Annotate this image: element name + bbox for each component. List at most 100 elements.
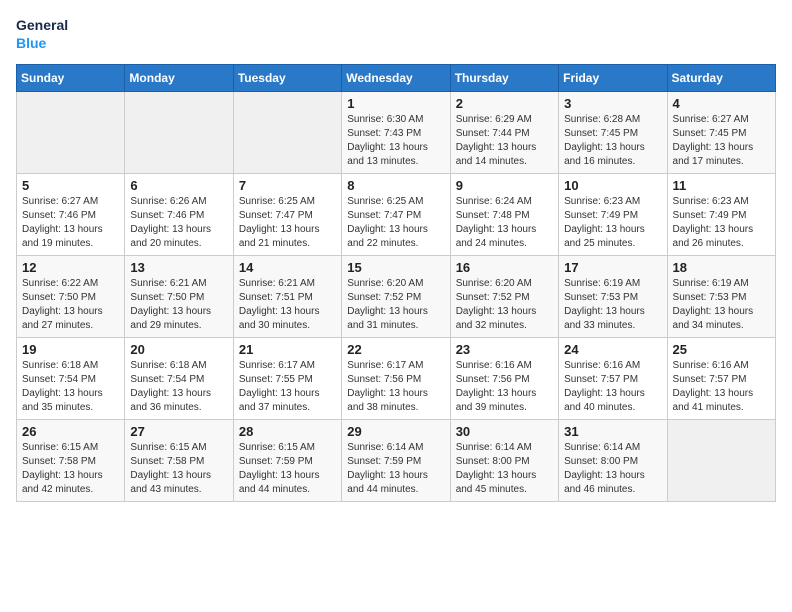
day-info: Sunrise: 6:27 AM Sunset: 7:46 PM Dayligh… <box>22 195 119 251</box>
day-number: 16 <box>456 260 553 275</box>
calendar-cell: 25 Sunrise: 6:16 AM Sunset: 7:57 PM Dayli… <box>667 338 775 420</box>
logo: GeneralBlue <box>16 16 68 52</box>
day-info: Sunrise: 6:27 AM Sunset: 7:45 PM Dayligh… <box>673 113 770 169</box>
day-number: 20 <box>130 342 227 357</box>
day-header-sunday: Sunday <box>17 65 125 92</box>
day-info: Sunrise: 6:25 AM Sunset: 7:47 PM Dayligh… <box>239 195 336 251</box>
calendar-cell: 10 Sunrise: 6:23 AM Sunset: 7:49 PM Dayli… <box>559 174 667 256</box>
day-number: 7 <box>239 178 336 193</box>
calendar-cell: 2Sunrise: 6:29 AM Sunset: 7:44 PM Daylig… <box>450 92 558 174</box>
calendar-cell: 14 Sunrise: 6:21 AM Sunset: 7:51 PM Dayli… <box>233 256 341 338</box>
calendar-cell: 1 Sunrise: 6:30 AM Sunset: 7:43 PM Daylig… <box>342 92 450 174</box>
day-info: Sunrise: 6:18 AM Sunset: 7:54 PM Dayligh… <box>22 359 119 415</box>
day-number: 23 <box>456 342 553 357</box>
day-number: 18 <box>673 260 770 275</box>
calendar-week-4: 19Sunrise: 6:18 AM Sunset: 7:54 PM Dayli… <box>17 338 776 420</box>
calendar-cell: 9 Sunrise: 6:24 AM Sunset: 7:48 PM Daylig… <box>450 174 558 256</box>
day-number: 8 <box>347 178 444 193</box>
day-number: 29 <box>347 424 444 439</box>
calendar-cell: 5Sunrise: 6:27 AM Sunset: 7:46 PM Daylig… <box>17 174 125 256</box>
day-info: Sunrise: 6:19 AM Sunset: 7:53 PM Dayligh… <box>564 277 661 333</box>
calendar-week-3: 12 Sunrise: 6:22 AM Sunset: 7:50 PM Dayli… <box>17 256 776 338</box>
calendar-cell: 23 Sunrise: 6:16 AM Sunset: 7:56 PM Dayli… <box>450 338 558 420</box>
day-info: Sunrise: 6:21 AM Sunset: 7:51 PM Dayligh… <box>239 277 336 333</box>
day-number: 28 <box>239 424 336 439</box>
day-info: Sunrise: 6:15 AM Sunset: 7:58 PM Dayligh… <box>130 441 227 497</box>
calendar-cell: 16 Sunrise: 6:20 AM Sunset: 7:52 PM Dayli… <box>450 256 558 338</box>
calendar-cell: 19Sunrise: 6:18 AM Sunset: 7:54 PM Dayli… <box>17 338 125 420</box>
day-number: 11 <box>673 178 770 193</box>
calendar-cell <box>17 92 125 174</box>
day-number: 31 <box>564 424 661 439</box>
calendar-cell: 13 Sunrise: 6:21 AM Sunset: 7:50 PM Dayli… <box>125 256 233 338</box>
day-info: Sunrise: 6:26 AM Sunset: 7:46 PM Dayligh… <box>130 195 227 251</box>
calendar-cell: 20 Sunrise: 6:18 AM Sunset: 7:54 PM Dayli… <box>125 338 233 420</box>
calendar-cell: 24Sunrise: 6:16 AM Sunset: 7:57 PM Dayli… <box>559 338 667 420</box>
logo-general: General <box>16 16 68 34</box>
day-info: Sunrise: 6:24 AM Sunset: 7:48 PM Dayligh… <box>456 195 553 251</box>
calendar-cell: 31Sunrise: 6:14 AM Sunset: 8:00 PM Dayli… <box>559 420 667 502</box>
day-info: Sunrise: 6:15 AM Sunset: 7:59 PM Dayligh… <box>239 441 336 497</box>
day-info: Sunrise: 6:19 AM Sunset: 7:53 PM Dayligh… <box>673 277 770 333</box>
logo-blue: Blue <box>16 34 68 52</box>
day-number: 12 <box>22 260 119 275</box>
calendar-cell: 7 Sunrise: 6:25 AM Sunset: 7:47 PM Daylig… <box>233 174 341 256</box>
day-number: 25 <box>673 342 770 357</box>
day-header-wednesday: Wednesday <box>342 65 450 92</box>
calendar-cell <box>667 420 775 502</box>
calendar-cell: 18 Sunrise: 6:19 AM Sunset: 7:53 PM Dayli… <box>667 256 775 338</box>
calendar-cell: 3 Sunrise: 6:28 AM Sunset: 7:45 PM Daylig… <box>559 92 667 174</box>
day-info: Sunrise: 6:17 AM Sunset: 7:56 PM Dayligh… <box>347 359 444 415</box>
day-number: 1 <box>347 96 444 111</box>
calendar-cell: 6 Sunrise: 6:26 AM Sunset: 7:46 PM Daylig… <box>125 174 233 256</box>
day-info: Sunrise: 6:22 AM Sunset: 7:50 PM Dayligh… <box>22 277 119 333</box>
day-info: Sunrise: 6:30 AM Sunset: 7:43 PM Dayligh… <box>347 113 444 169</box>
calendar-cell: 29 Sunrise: 6:14 AM Sunset: 7:59 PM Dayli… <box>342 420 450 502</box>
day-info: Sunrise: 6:20 AM Sunset: 7:52 PM Dayligh… <box>347 277 444 333</box>
day-number: 27 <box>130 424 227 439</box>
calendar-header-row: SundayMondayTuesdayWednesdayThursdayFrid… <box>17 65 776 92</box>
calendar-cell: 4Sunrise: 6:27 AM Sunset: 7:45 PM Daylig… <box>667 92 775 174</box>
day-info: Sunrise: 6:17 AM Sunset: 7:55 PM Dayligh… <box>239 359 336 415</box>
day-info: Sunrise: 6:20 AM Sunset: 7:52 PM Dayligh… <box>456 277 553 333</box>
day-info: Sunrise: 6:14 AM Sunset: 8:00 PM Dayligh… <box>456 441 553 497</box>
day-info: Sunrise: 6:25 AM Sunset: 7:47 PM Dayligh… <box>347 195 444 251</box>
calendar-cell: 12 Sunrise: 6:22 AM Sunset: 7:50 PM Dayli… <box>17 256 125 338</box>
calendar-week-1: 1 Sunrise: 6:30 AM Sunset: 7:43 PM Daylig… <box>17 92 776 174</box>
calendar-cell: 15Sunrise: 6:20 AM Sunset: 7:52 PM Dayli… <box>342 256 450 338</box>
day-number: 3 <box>564 96 661 111</box>
day-number: 24 <box>564 342 661 357</box>
calendar-week-2: 5Sunrise: 6:27 AM Sunset: 7:46 PM Daylig… <box>17 174 776 256</box>
day-info: Sunrise: 6:28 AM Sunset: 7:45 PM Dayligh… <box>564 113 661 169</box>
day-info: Sunrise: 6:18 AM Sunset: 7:54 PM Dayligh… <box>130 359 227 415</box>
day-header-saturday: Saturday <box>667 65 775 92</box>
day-number: 6 <box>130 178 227 193</box>
day-number: 9 <box>456 178 553 193</box>
day-info: Sunrise: 6:16 AM Sunset: 7:56 PM Dayligh… <box>456 359 553 415</box>
calendar-cell: 28 Sunrise: 6:15 AM Sunset: 7:59 PM Dayli… <box>233 420 341 502</box>
day-info: Sunrise: 6:15 AM Sunset: 7:58 PM Dayligh… <box>22 441 119 497</box>
day-number: 22 <box>347 342 444 357</box>
calendar-week-5: 26 Sunrise: 6:15 AM Sunset: 7:58 PM Dayli… <box>17 420 776 502</box>
day-number: 13 <box>130 260 227 275</box>
day-header-friday: Friday <box>559 65 667 92</box>
calendar-cell <box>125 92 233 174</box>
day-info: Sunrise: 6:21 AM Sunset: 7:50 PM Dayligh… <box>130 277 227 333</box>
day-info: Sunrise: 6:29 AM Sunset: 7:44 PM Dayligh… <box>456 113 553 169</box>
calendar-cell: 27 Sunrise: 6:15 AM Sunset: 7:58 PM Dayli… <box>125 420 233 502</box>
day-number: 21 <box>239 342 336 357</box>
day-info: Sunrise: 6:16 AM Sunset: 7:57 PM Dayligh… <box>673 359 770 415</box>
day-info: Sunrise: 6:23 AM Sunset: 7:49 PM Dayligh… <box>673 195 770 251</box>
day-number: 17 <box>564 260 661 275</box>
day-info: Sunrise: 6:14 AM Sunset: 7:59 PM Dayligh… <box>347 441 444 497</box>
day-number: 10 <box>564 178 661 193</box>
day-number: 26 <box>22 424 119 439</box>
day-header-tuesday: Tuesday <box>233 65 341 92</box>
day-header-thursday: Thursday <box>450 65 558 92</box>
day-header-monday: Monday <box>125 65 233 92</box>
calendar-cell: 21 Sunrise: 6:17 AM Sunset: 7:55 PM Dayli… <box>233 338 341 420</box>
calendar-cell: 8 Sunrise: 6:25 AM Sunset: 7:47 PM Daylig… <box>342 174 450 256</box>
calendar-cell <box>233 92 341 174</box>
day-number: 14 <box>239 260 336 275</box>
day-info: Sunrise: 6:23 AM Sunset: 7:49 PM Dayligh… <box>564 195 661 251</box>
